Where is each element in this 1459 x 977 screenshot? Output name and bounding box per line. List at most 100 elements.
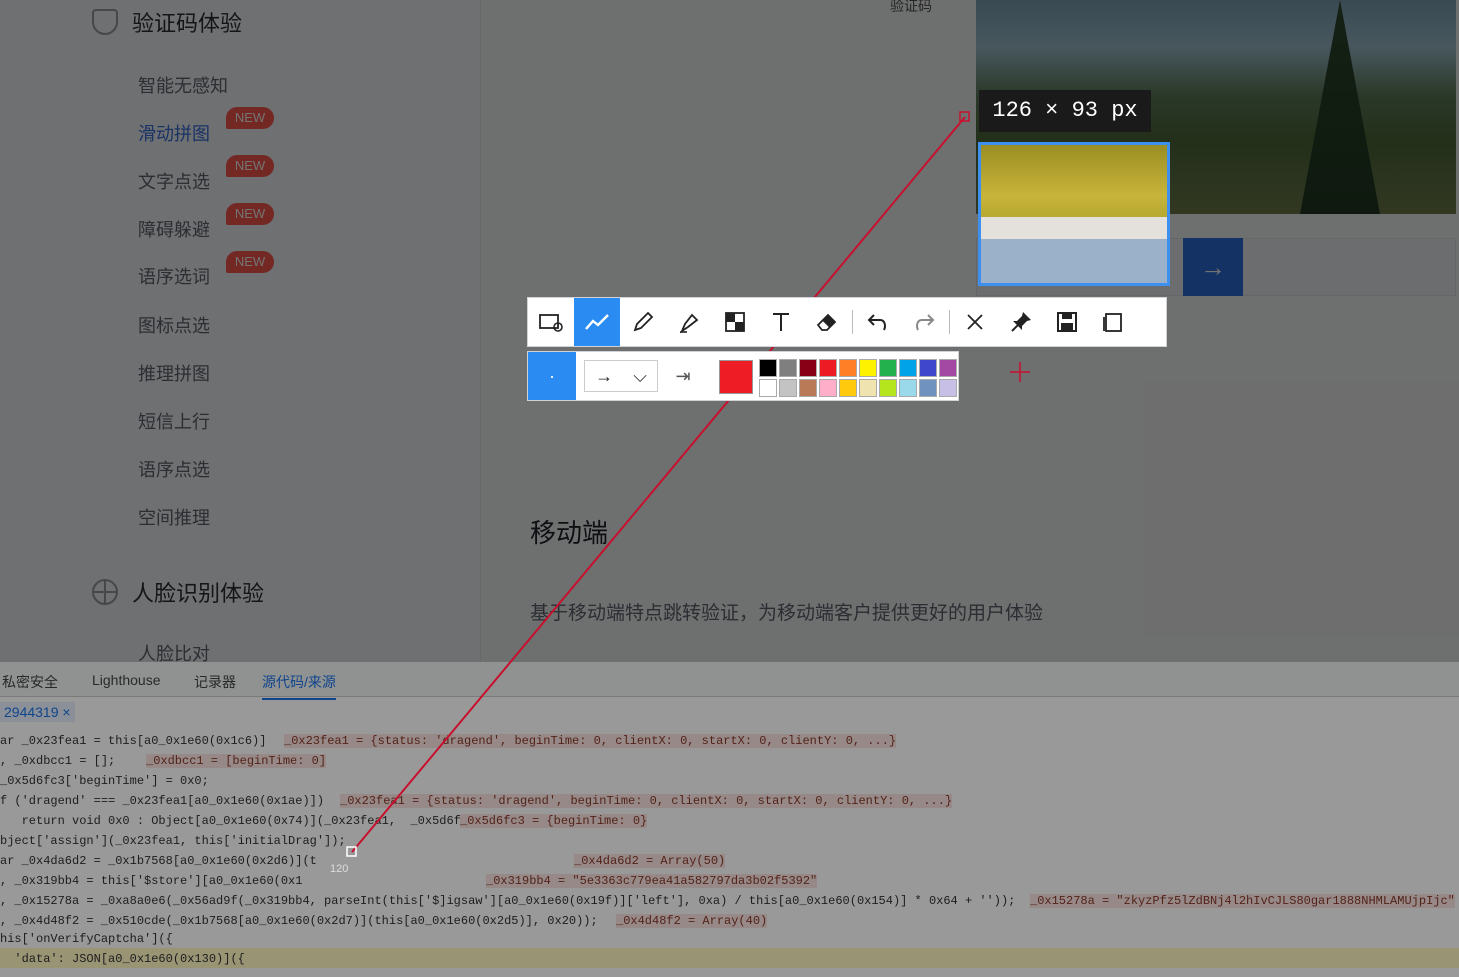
arrow-end-option[interactable]: ⇥ xyxy=(668,360,698,392)
sidebar-item-smart[interactable]: 智能无感知 xyxy=(138,72,228,98)
globe-icon xyxy=(92,579,118,605)
current-color-swatch[interactable] xyxy=(719,360,753,394)
color-swatch[interactable] xyxy=(799,379,817,397)
section-face-title: 人脸识别体验 xyxy=(132,581,265,606)
color-swatch[interactable] xyxy=(819,379,837,397)
color-swatch[interactable] xyxy=(899,359,917,377)
devtools-panel: 私密安全 Lighthouse 记录器 源代码/来源 2944319 × ar … xyxy=(0,662,1459,977)
sidebar: 验证码体验 智能无感知 滑动拼图 NEW 文字点选 NEW 障碍躲避 NEW 语… xyxy=(0,0,481,664)
tab-privacy[interactable]: 私密安全 xyxy=(2,672,58,692)
sidebar-item-spatial[interactable]: 空间推理 xyxy=(138,504,210,530)
sidebar-item-order-click[interactable]: 语序点选 xyxy=(138,456,210,482)
sidebar-item-icon-click[interactable]: 图标点选 xyxy=(138,312,210,338)
inline-value-hint: _0xdbcc1 = [beginTime: 0] xyxy=(146,754,327,768)
selection-size-tooltip: 126 × 93 px xyxy=(979,90,1151,132)
copy-icon[interactable] xyxy=(1090,298,1136,346)
code-line[interactable]: ar _0x4da6d2 = _0x1b7568[a0_0x1e60(0x2d6… xyxy=(0,854,317,868)
puzzle-piece-image xyxy=(981,145,1167,217)
text-icon[interactable] xyxy=(758,298,804,346)
section-captcha-title: 验证码体验 xyxy=(132,11,243,36)
code-line[interactable]: ar _0x23fea1 = this[a0_0x1e60(0x1c6)] xyxy=(0,734,266,748)
inline-value-hint: _0x4d48f2 = Array(40) xyxy=(616,914,768,928)
new-badge: NEW xyxy=(226,203,274,225)
slider-handle[interactable]: → xyxy=(1183,238,1243,296)
color-swatch[interactable] xyxy=(919,359,937,377)
code-line[interactable]: , _0x319bb4 = this['$store'][a0_0x1e60(0… xyxy=(0,874,302,888)
color-swatch[interactable] xyxy=(859,359,877,377)
inline-value-hint: _0x15278a = "zkyzPfz5lZdBNj4l2hIvCJLS80g… xyxy=(1030,894,1455,908)
code-line[interactable]: , _0x4d48f2 = _0x510cde(_0x1b7568[a0_0x1… xyxy=(0,914,598,928)
pencil-icon[interactable] xyxy=(620,298,666,346)
new-badge: NEW xyxy=(226,251,274,273)
screenshot-options-bar: · → ⌵ ⇥ xyxy=(527,351,959,401)
inline-value-hint: _0x4da6d2 = Array(50) xyxy=(574,854,726,868)
undo-icon[interactable] xyxy=(855,298,901,346)
color-swatch[interactable] xyxy=(879,379,897,397)
code-line[interactable]: bject['assign'](_0x23fea1, this['initial… xyxy=(0,834,346,848)
new-badge: NEW xyxy=(226,107,274,129)
mobile-description: 基于移动端特点跳转验证，为移动端客户提供更好的用户体验 xyxy=(530,603,1044,624)
color-swatch[interactable] xyxy=(839,359,857,377)
color-swatch[interactable] xyxy=(899,379,917,397)
color-swatch[interactable] xyxy=(879,359,897,377)
color-swatch[interactable] xyxy=(859,379,877,397)
toolbar-separator xyxy=(852,310,853,334)
tab-lighthouse[interactable]: Lighthouse xyxy=(92,672,161,688)
selection-region[interactable] xyxy=(978,142,1170,286)
color-swatch[interactable] xyxy=(919,379,937,397)
color-palette xyxy=(759,359,957,397)
code-line[interactable]: , _0x15278a = _0xa8a0e6(_0x56ad9f(_0x319… xyxy=(0,894,1015,908)
shield-icon xyxy=(92,9,118,35)
mosaic-icon[interactable] xyxy=(712,298,758,346)
inline-value-hint: _0x319bb4 = "5e3363c779ea41a582797da3b02… xyxy=(486,874,818,888)
tab-recorder[interactable]: 记录器 xyxy=(194,672,236,692)
eraser-icon[interactable] xyxy=(804,298,850,346)
color-swatch[interactable] xyxy=(939,379,957,397)
sidebar-item-slide-puzzle[interactable]: 滑动拼图 xyxy=(138,120,210,146)
code-line[interactable]: his['onVerifyCaptcha']({ xyxy=(0,932,173,946)
code-line[interactable]: f ('dragend' === _0x23fea1[a0_0x1e60(0x1… xyxy=(0,794,324,808)
color-swatch[interactable] xyxy=(759,359,777,377)
close-icon[interactable] xyxy=(952,298,998,346)
mobile-heading: 移动端 xyxy=(530,518,609,548)
source-file-tab[interactable]: 2944319 × xyxy=(0,702,75,722)
arrow-style-select[interactable]: → ⌵ xyxy=(584,360,658,392)
redo-icon[interactable] xyxy=(901,298,947,346)
sidebar-item-word-order[interactable]: 语序选词 xyxy=(138,263,210,289)
color-swatch[interactable] xyxy=(819,359,837,377)
sidebar-item-obstacle[interactable]: 障碍躲避 xyxy=(138,216,210,242)
tab-sources[interactable]: 源代码/来源 xyxy=(262,672,336,700)
chevron-down-icon: ⌵ xyxy=(633,365,647,386)
code-line[interactable]: 'data': JSON[a0_0x1e60(0x130)]({ xyxy=(0,952,244,966)
marker-icon[interactable] xyxy=(666,298,712,346)
arrow-style-value: → xyxy=(595,365,614,386)
color-swatch[interactable] xyxy=(759,379,777,397)
sidebar-item-text-click[interactable]: 文字点选 xyxy=(138,168,210,194)
new-badge: NEW xyxy=(226,155,274,177)
inline-value-hint: _0x5d6fc3 = {beginTime: 0} xyxy=(460,814,648,828)
save-icon[interactable] xyxy=(1044,298,1090,346)
rectangle-icon[interactable] xyxy=(528,298,574,346)
puzzle-piece-band xyxy=(981,217,1167,239)
screenshot-toolbar xyxy=(527,297,1167,347)
devtools-tabbar: 私密安全 Lighthouse 记录器 源代码/来源 xyxy=(0,662,1459,700)
sidebar-item-reasoning-puzzle[interactable]: 推理拼图 xyxy=(138,360,210,386)
pen-size-button[interactable]: · xyxy=(528,352,576,400)
color-swatch[interactable] xyxy=(779,379,797,397)
color-swatch[interactable] xyxy=(939,359,957,377)
color-swatch[interactable] xyxy=(779,359,797,377)
section-captcha-header[interactable]: 验证码体验 xyxy=(92,6,242,38)
polyline-icon[interactable] xyxy=(574,298,620,346)
verify-label: 验证码 xyxy=(890,0,932,14)
code-line[interactable]: , _0xdbcc1 = []; xyxy=(0,754,115,768)
toolbar-separator xyxy=(949,310,950,334)
color-swatch[interactable] xyxy=(839,379,857,397)
code-line[interactable]: return void 0x0 : Object[a0_0x1e60(0x74)… xyxy=(0,814,490,828)
code-line[interactable]: _0x5d6fc3['beginTime'] = 0x0; xyxy=(0,774,209,788)
sidebar-item-sms-up[interactable]: 短信上行 xyxy=(138,408,210,434)
pin-icon[interactable] xyxy=(998,298,1044,346)
inline-value-hint: _0x23fea1 = {status: 'dragend', beginTim… xyxy=(284,734,897,748)
inline-value-hint: _0x23fea1 = {status: 'dragend', beginTim… xyxy=(340,794,953,808)
color-swatch[interactable] xyxy=(799,359,817,377)
section-face-header[interactable]: 人脸识别体验 xyxy=(92,576,264,608)
